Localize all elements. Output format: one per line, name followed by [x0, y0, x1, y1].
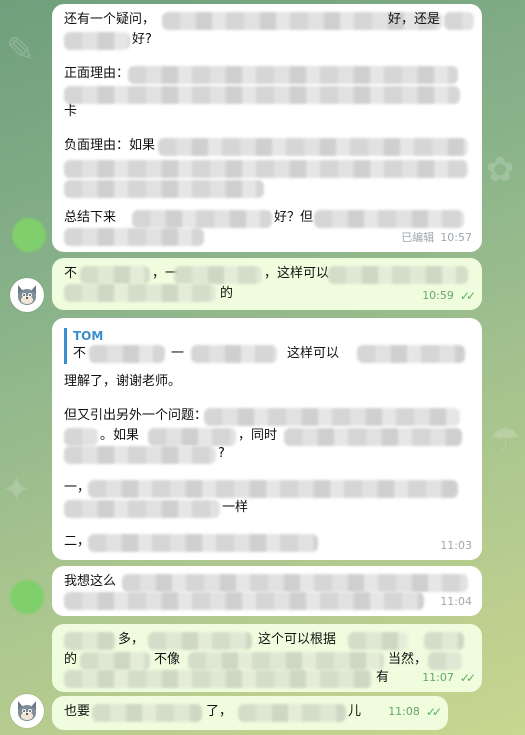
message-text: 了， [206, 704, 233, 719]
redacted-text [174, 266, 262, 284]
message-bubble-incoming[interactable]: 还有一个疑问， 好，还是 好? 正面理由： 卡 负面理由：如果 总结下来 好？但… [52, 4, 482, 252]
redacted-text [64, 592, 424, 610]
message-text: 正面理由： [64, 66, 130, 81]
avatar[interactable] [10, 580, 44, 614]
message-text: 但又引出另外一个问题： [64, 408, 208, 423]
message-text: 卡 [64, 104, 78, 119]
edited-label: 已编辑 [401, 231, 435, 244]
redacted-text [64, 32, 130, 50]
message-text: ，同时 [238, 428, 278, 443]
redacted-text [64, 228, 204, 246]
tom-cat-avatar-icon[interactable] [10, 694, 44, 728]
background-doodle: ✎ [6, 30, 35, 70]
redacted-text [424, 632, 464, 650]
redacted-text [122, 574, 468, 592]
double-check-icon: ✓✓ [459, 289, 476, 303]
redacted-text [88, 534, 318, 552]
message-text: 多， [118, 632, 145, 647]
tom-cat-avatar-icon[interactable] [10, 278, 44, 312]
reply-quote[interactable]: TOM 不 一 这样可以 [64, 328, 469, 364]
message-text: 的 [220, 286, 234, 301]
message-text: 负面理由：如果 [64, 138, 156, 153]
message-meta: 11:08 ✓✓ [388, 702, 442, 722]
message-bubble-outgoing[interactable]: 不 ，一 ，这样可以 的 10:59 ✓✓ [52, 258, 482, 310]
message-bubble-outgoing[interactable]: 多， 这个可以根据 的 不像 当然， 有 11:07 ✓✓ [52, 624, 482, 692]
redacted-text [64, 428, 98, 446]
redacted-text [204, 408, 460, 426]
message-meta: 已编辑 10:57 [401, 228, 472, 248]
message-bubble-outgoing[interactable]: 也要 了， 儿 11:08 ✓✓ [52, 696, 448, 730]
message-text: 有 [376, 670, 390, 685]
redacted-text [191, 345, 277, 363]
message-text: 理解了，谢谢老师。 [64, 374, 182, 389]
message-bubble-incoming[interactable]: TOM 不 一 这样可以 理解了，谢谢老师。 但又引出另外一个问题： 。如果 ，… [52, 318, 482, 560]
reply-text: 一 [171, 346, 185, 361]
redacted-text [80, 652, 150, 670]
message-text: 好，还是 [388, 12, 441, 27]
message-text: 一样 [222, 500, 249, 515]
message-text: 还有一个疑问， [64, 12, 156, 27]
message-text: 我想这么 [64, 574, 117, 589]
redacted-text [158, 138, 468, 156]
avatar[interactable] [12, 218, 46, 252]
message-meta: 10:59 ✓✓ [422, 286, 476, 306]
message-text: 不 [64, 266, 78, 281]
redacted-text [64, 284, 216, 302]
reply-text: 这样可以 [287, 346, 340, 361]
message-time: 10:57 [440, 231, 472, 244]
redacted-text [92, 704, 202, 722]
redacted-text [89, 345, 165, 363]
message-time: 11:08 [388, 705, 420, 718]
redacted-text [188, 652, 384, 670]
message-text: ? [218, 446, 225, 461]
redacted-text [148, 632, 252, 650]
redacted-text [357, 345, 465, 363]
redacted-text [64, 180, 264, 198]
message-text: 总结下来 [64, 210, 117, 225]
message-text: ，这样可以 [264, 266, 330, 281]
redacted-text [132, 210, 272, 228]
message-text: 的 [64, 652, 78, 667]
redacted-text [444, 12, 474, 30]
message-time: 11:04 [440, 595, 472, 608]
message-text: 一， [64, 480, 91, 495]
message-text: 当然， [388, 652, 428, 667]
message-bubble-incoming[interactable]: 我想这么 11:04 [52, 566, 482, 616]
redacted-text [88, 480, 458, 498]
redacted-text [64, 500, 220, 518]
message-time: 11:03 [440, 539, 472, 552]
redacted-text [80, 266, 150, 284]
redacted-text [64, 160, 468, 178]
reply-text: 不 [73, 346, 87, 361]
message-time: 11:07 [422, 671, 454, 684]
message-text: 二， [64, 534, 91, 549]
background-doodle: ✦ [2, 470, 31, 510]
redacted-text [64, 670, 372, 688]
redacted-text [238, 704, 346, 722]
background-doodle: ✿ [486, 150, 515, 190]
redacted-text [64, 632, 116, 650]
message-text: 好? [132, 32, 152, 47]
message-text: 不像 [154, 652, 181, 667]
background-doodle: ☂ [490, 420, 521, 460]
redacted-text [128, 66, 458, 84]
reply-author: TOM [73, 329, 104, 343]
message-meta: 11:04 [440, 592, 472, 612]
message-meta: 11:07 ✓✓ [422, 668, 476, 688]
message-text: 也要 [64, 704, 91, 719]
message-meta: 11:03 [440, 536, 472, 556]
redacted-text [314, 210, 464, 228]
double-check-icon: ✓✓ [425, 705, 442, 719]
redacted-text [284, 428, 462, 446]
message-text: 。如果 [100, 428, 140, 443]
message-text: 儿 [348, 704, 362, 719]
message-text: 好？但 [274, 210, 314, 225]
message-text: 这个可以根据 [258, 632, 337, 647]
redacted-text [348, 632, 408, 650]
redacted-text [64, 446, 216, 464]
redacted-text [328, 266, 468, 284]
message-time: 10:59 [422, 289, 454, 302]
double-check-icon: ✓✓ [459, 671, 476, 685]
redacted-text [64, 86, 460, 104]
